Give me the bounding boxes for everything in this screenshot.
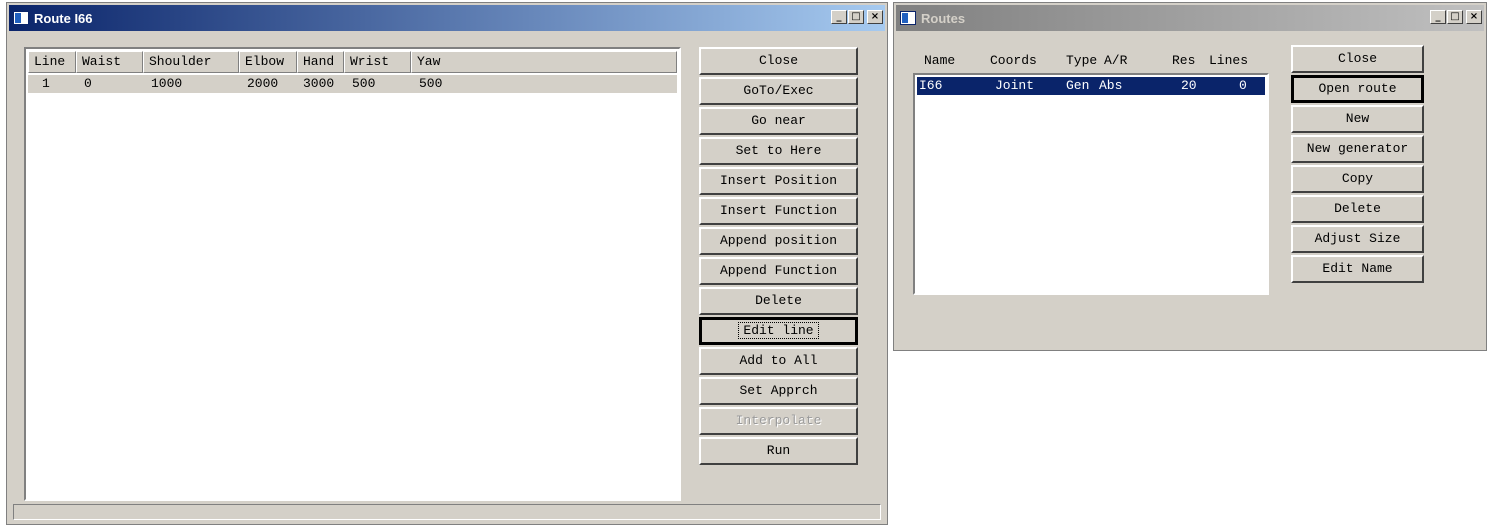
insert-function-button[interactable]: Insert Function: [699, 197, 858, 225]
cell-res: 20: [1181, 78, 1197, 93]
set-to-here-button[interactable]: Set to Here: [699, 137, 858, 165]
minimize-icon[interactable]: _: [1430, 10, 1446, 24]
run-button-label: Run: [766, 443, 791, 458]
cell-waist: 0: [84, 76, 92, 91]
delete-button-label: Delete: [755, 293, 802, 308]
route-window-titlebar[interactable]: Route I66 _ □ ×: [9, 5, 885, 31]
insert-position-button-label: Insert Position: [719, 173, 838, 188]
copy-button-label: Copy: [1341, 171, 1374, 186]
route-window-title-buttons: _ □ ×: [830, 10, 883, 24]
column-header-hand[interactable]: Hand: [297, 51, 344, 73]
append-position-button-label: Append position: [719, 233, 838, 248]
open-route-button-label: Open route: [1318, 81, 1397, 96]
cell-name: I66: [919, 78, 943, 93]
maximize-icon[interactable]: □: [848, 10, 864, 24]
set-apprch-button-label: Set Apprch: [739, 383, 818, 398]
edit-name-button[interactable]: Edit Name: [1291, 255, 1424, 283]
go-near-button-label: Go near: [751, 113, 806, 128]
maximize-icon[interactable]: □: [1447, 10, 1463, 24]
close-icon[interactable]: ×: [867, 10, 883, 24]
route-window: Route I66 _ □ × Line Waist Shoulder Elbo…: [6, 2, 888, 525]
cell-coords: Joint: [995, 78, 1035, 93]
table-row[interactable]: 1 0 1000 2000 3000 500 500: [28, 75, 677, 93]
routes-header-res: Res: [1172, 53, 1196, 68]
interpolate-button[interactable]: Interpolate: [699, 407, 858, 435]
cell-hand: 3000: [303, 76, 335, 91]
cell-yaw: 500: [419, 76, 443, 91]
route-table[interactable]: Line Waist Shoulder Elbow Hand Wrist Yaw…: [24, 47, 681, 501]
cell-type: Gen: [1066, 78, 1090, 93]
close-icon[interactable]: ×: [1466, 10, 1482, 24]
close-button[interactable]: Close: [699, 47, 858, 75]
list-item[interactable]: I66 Joint Gen Abs 20 0: [917, 77, 1265, 95]
edit-line-button[interactable]: Edit line: [699, 317, 858, 345]
delete-button[interactable]: Delete: [699, 287, 858, 315]
delete-button-label: Delete: [1334, 201, 1381, 216]
minimize-icon[interactable]: _: [831, 10, 847, 24]
routes-list[interactable]: I66 Joint Gen Abs 20 0: [913, 73, 1269, 295]
append-function-button[interactable]: Append Function: [699, 257, 858, 285]
insert-position-button[interactable]: Insert Position: [699, 167, 858, 195]
routes-window-titlebar[interactable]: Routes _ □ ×: [896, 5, 1484, 31]
route-window-title: Route I66: [34, 10, 93, 26]
new-button-label: New: [1345, 111, 1370, 126]
adjust-size-button-label: Adjust Size: [1314, 231, 1401, 246]
append-function-button-label: Append Function: [719, 263, 838, 278]
app-icon: [13, 11, 29, 25]
add-to-all-button[interactable]: Add to All: [699, 347, 858, 375]
close-button[interactable]: Close: [1291, 45, 1424, 73]
cell-lines: 0: [1239, 78, 1247, 93]
column-header-elbow[interactable]: Elbow: [239, 51, 297, 73]
routes-window-title: Routes: [921, 10, 966, 26]
go-near-button[interactable]: Go near: [699, 107, 858, 135]
close-button-label: Close: [758, 53, 798, 68]
adjust-size-button[interactable]: Adjust Size: [1291, 225, 1424, 253]
column-header-yaw[interactable]: Yaw: [411, 51, 677, 73]
cell-wrist: 500: [352, 76, 376, 91]
new-generator-button[interactable]: New generator: [1291, 135, 1424, 163]
cell-shoulder: 1000: [151, 76, 183, 91]
status-bar: [13, 504, 881, 520]
app-icon: [900, 11, 916, 25]
run-button[interactable]: Run: [699, 437, 858, 465]
routes-window: Routes _ □ × Name Coords Type A/R Res Li…: [893, 2, 1487, 351]
cell-elbow: 2000: [247, 76, 279, 91]
routes-header-coords: Coords: [990, 53, 1037, 68]
goto-exec-button-label: GoTo/Exec: [743, 83, 814, 98]
set-to-here-button-label: Set to Here: [735, 143, 822, 158]
edit-line-button-label: Edit line: [738, 322, 819, 339]
add-to-all-button-label: Add to All: [739, 353, 818, 368]
column-header-waist[interactable]: Waist: [76, 51, 143, 73]
new-button[interactable]: New: [1291, 105, 1424, 133]
append-position-button[interactable]: Append position: [699, 227, 858, 255]
delete-button[interactable]: Delete: [1291, 195, 1424, 223]
insert-function-button-label: Insert Function: [719, 203, 838, 218]
routes-header-type: Type: [1066, 53, 1098, 68]
routes-window-title-buttons: _ □ ×: [1429, 10, 1482, 24]
column-header-wrist[interactable]: Wrist: [344, 51, 411, 73]
interpolate-button-label: Interpolate: [735, 413, 822, 428]
copy-button[interactable]: Copy: [1291, 165, 1424, 193]
close-button-label: Close: [1337, 51, 1377, 66]
new-generator-button-label: New generator: [1306, 141, 1409, 156]
column-header-shoulder[interactable]: Shoulder: [143, 51, 239, 73]
routes-header-name: Name: [924, 53, 956, 68]
cell-ar: Abs: [1099, 78, 1123, 93]
column-header-line[interactable]: Line: [28, 51, 76, 73]
cell-line: 1: [42, 76, 50, 91]
routes-header-ar: A/R: [1104, 53, 1128, 68]
goto-exec-button[interactable]: GoTo/Exec: [699, 77, 858, 105]
routes-header-lines: Lines: [1209, 53, 1249, 68]
edit-name-button-label: Edit Name: [1322, 261, 1393, 276]
open-route-button[interactable]: Open route: [1291, 75, 1424, 103]
set-apprch-button[interactable]: Set Apprch: [699, 377, 858, 405]
